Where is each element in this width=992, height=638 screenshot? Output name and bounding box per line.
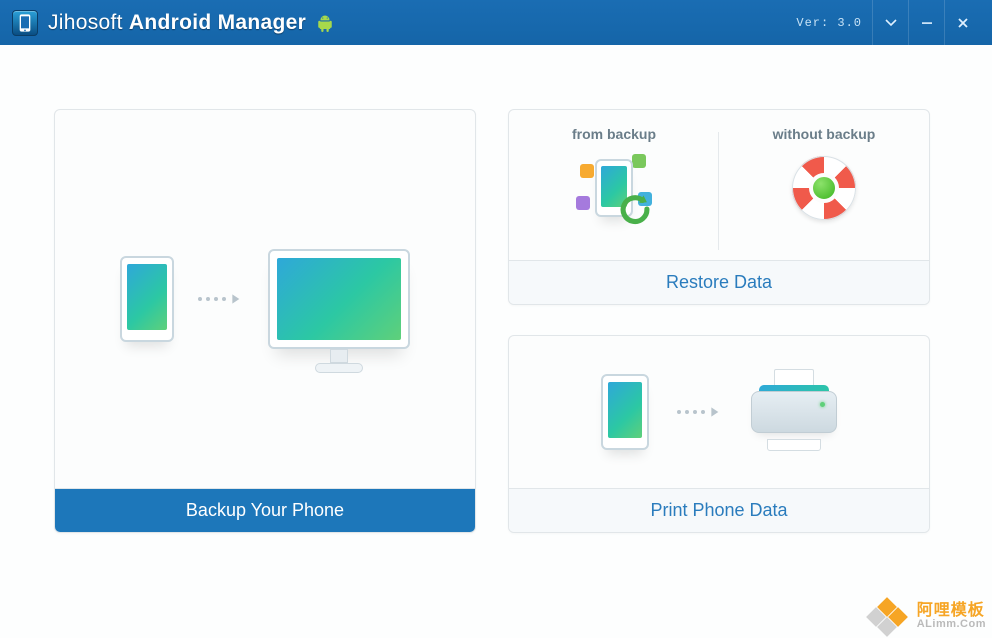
app-title-light: Jihosoft (48, 11, 129, 34)
arrow-icon (677, 405, 723, 419)
backup-card-body (55, 110, 475, 488)
watermark: 阿哩模板 ALimm.Com (865, 598, 986, 634)
backup-card-footer: Backup Your Phone (55, 488, 475, 532)
restore-label: Restore Data (666, 272, 772, 293)
monitor-icon (268, 249, 410, 349)
restore-without-backup-label: without backup (773, 126, 876, 142)
print-card-body (509, 336, 929, 488)
restore-card[interactable]: from backup without backup (508, 109, 930, 305)
app-icon (12, 10, 38, 36)
backup-label: Backup Your Phone (186, 500, 344, 521)
restore-from-backup-option[interactable]: from backup (509, 110, 719, 260)
android-icon (316, 13, 334, 33)
phone-icon (601, 374, 649, 450)
arrow-icon (198, 292, 244, 306)
print-label: Print Phone Data (650, 500, 787, 521)
watermark-text-cn: 阿哩模板 (917, 603, 986, 619)
watermark-text-en: ALimm.Com (917, 619, 986, 630)
restore-without-backup-icon (788, 152, 860, 224)
restore-from-backup-icon (578, 152, 650, 224)
watermark-icon (865, 598, 909, 634)
titlebar: Jihosoft Android Manager Ver: 3.0 (0, 0, 992, 45)
menu-button[interactable] (872, 0, 908, 45)
print-card[interactable]: Print Phone Data (508, 335, 930, 533)
printer-icon (751, 377, 837, 447)
phone-icon (120, 256, 174, 342)
minimize-button[interactable] (908, 0, 944, 45)
restore-card-footer: Restore Data (509, 260, 929, 304)
app-title: Jihosoft Android Manager (48, 11, 306, 35)
backup-card[interactable]: Backup Your Phone (54, 109, 476, 533)
restore-without-backup-option[interactable]: without backup (719, 110, 929, 260)
content-area: Backup Your Phone from backup (0, 45, 992, 638)
close-button[interactable] (944, 0, 980, 45)
restore-card-body: from backup without backup (509, 110, 929, 260)
print-card-footer: Print Phone Data (509, 488, 929, 532)
app-title-bold: Android Manager (129, 11, 306, 34)
restore-from-backup-label: from backup (572, 126, 656, 142)
version-text: Ver: 3.0 (796, 16, 862, 30)
